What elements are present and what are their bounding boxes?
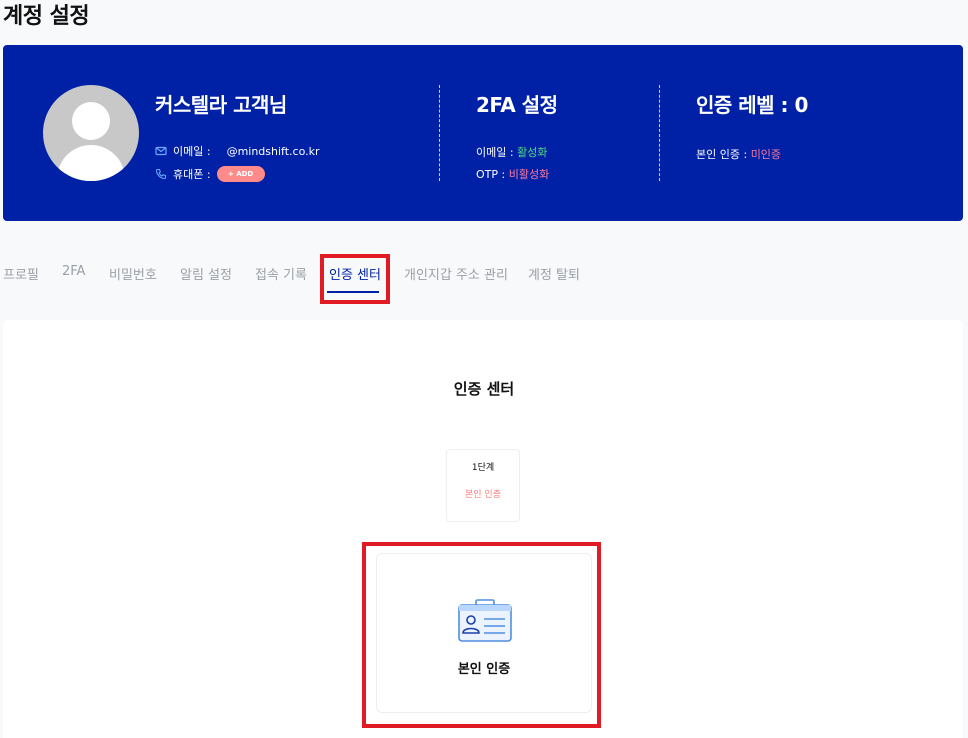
- twofa-otp-status: OTP : 비활성화: [476, 166, 549, 182]
- tab-access-log[interactable]: 접속 기록: [255, 264, 307, 283]
- twofa-email-value: 활성화: [517, 146, 548, 159]
- twofa-email-status: 이메일 : 활성화: [476, 144, 547, 160]
- user-name: 커스텔라 고객님: [155, 93, 287, 117]
- tab-password[interactable]: 비밀번호: [109, 264, 157, 283]
- email-row: 이메일 : @mindshift.co.kr: [155, 143, 320, 159]
- tab-delete-account[interactable]: 계정 탈퇴: [528, 264, 580, 283]
- tab-wallet-address[interactable]: 개인지갑 주소 관리: [404, 264, 508, 283]
- highlight-box: [320, 254, 390, 304]
- highlight-box: [362, 542, 601, 728]
- section-title: 인증 센터: [453, 380, 515, 398]
- account-summary-banner: 커스텔라 고객님 이메일 : @mindshift.co.kr 휴대폰 : + …: [3, 45, 963, 221]
- twofa-otp-value: 비활성화: [508, 168, 550, 181]
- identity-label: 본인 인증 :: [696, 148, 751, 161]
- step-label: 1단계: [471, 463, 495, 473]
- email-value: @mindshift.co.kr: [226, 144, 320, 158]
- email-label: 이메일 :: [173, 145, 211, 158]
- level-title: 인증 레벨 : 0: [696, 93, 808, 117]
- page-title: 계정 설정: [3, 4, 90, 29]
- tab-profile[interactable]: 프로필: [3, 264, 39, 283]
- divider: [439, 85, 440, 181]
- phone-row: 휴대폰 : + ADD: [155, 166, 265, 182]
- identity-status: 본인 인증 : 미인증: [696, 146, 781, 162]
- twofa-otp-label: OTP :: [476, 168, 509, 181]
- tab-notifications[interactable]: 알림 설정: [180, 264, 232, 283]
- phone-icon: [155, 169, 166, 180]
- tab-2fa[interactable]: 2FA: [62, 264, 85, 279]
- phone-label: 휴대폰 :: [173, 168, 211, 181]
- step-indicator: 1단계 본인 인증: [446, 449, 520, 522]
- identity-value: 미인증: [750, 148, 782, 161]
- divider: [659, 85, 660, 181]
- twofa-email-label: 이메일 :: [476, 146, 518, 159]
- avatar: [43, 85, 139, 181]
- mail-icon: [155, 146, 167, 156]
- twofa-title: 2FA 설정: [476, 93, 558, 117]
- add-phone-button[interactable]: + ADD: [216, 166, 265, 182]
- step-status: 본인 인증: [465, 490, 501, 500]
